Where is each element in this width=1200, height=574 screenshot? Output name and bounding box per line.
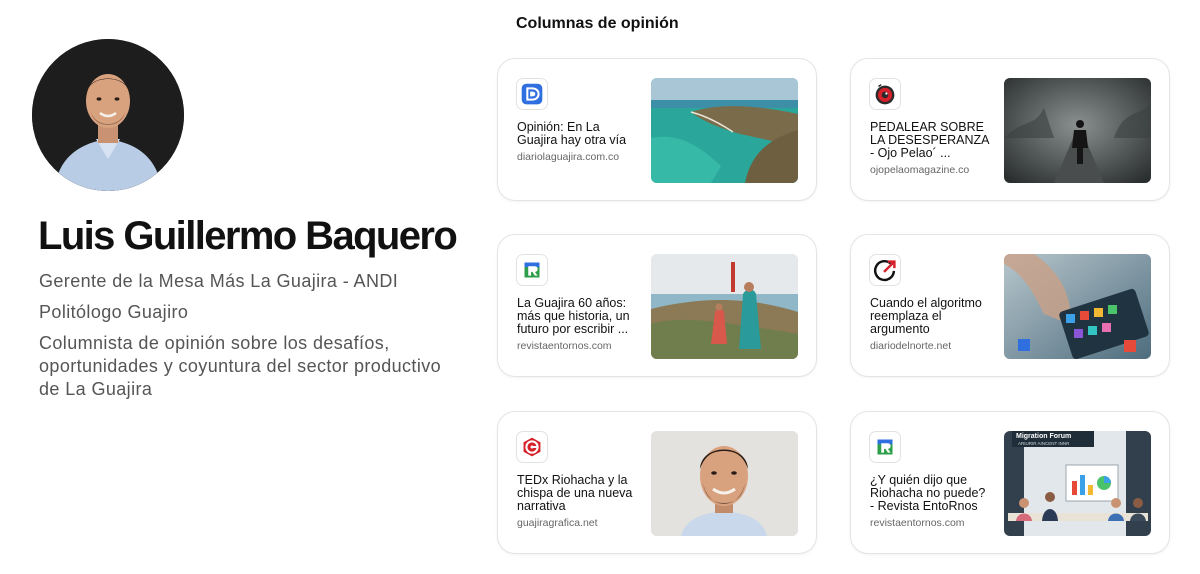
article-card[interactable]: ¿Y quién dijo que Riohacha no puede? - R… (850, 411, 1170, 554)
article-source: diariodelnorte.net (870, 340, 952, 352)
article-title[interactable]: PEDALEAR SOBRE LA DESESPERANZA - Ojo Pel… (870, 121, 990, 160)
image-caption: Migration Forum (1016, 433, 1071, 440)
phone-apps-image[interactable] (1004, 254, 1151, 359)
guajiragrafica-g-icon (516, 431, 548, 463)
cyclist-in-fog-image[interactable] (1004, 78, 1151, 183)
article-card[interactable]: PEDALEAR SOBRE LA DESESPERANZA - Ojo Pel… (850, 58, 1170, 201)
diariodelnorte-arrow-icon (869, 254, 901, 286)
article-card[interactable]: TEDx Riohacha y la chispa de una nueva n… (497, 411, 817, 554)
article-card[interactable]: La Guajira 60 años: más que historia, un… (497, 234, 817, 377)
article-title[interactable]: Opinión: En La Guajira hay otra vía (517, 121, 637, 147)
entornos-r-icon (869, 431, 901, 463)
women-walking-coast-image[interactable] (651, 254, 798, 359)
diariolaguajira-d-icon (516, 78, 548, 110)
article-title[interactable]: TEDx Riohacha y la chispa de una nueva n… (517, 474, 637, 513)
article-title[interactable]: Cuando el algoritmo reemplaza el argumen… (870, 297, 990, 336)
article-title[interactable]: ¿Y quién dijo que Riohacha no puede? - R… (870, 474, 990, 513)
article-card[interactable]: Cuando el algoritmo reemplaza el argumen… (850, 234, 1170, 377)
entornos-r-icon (516, 254, 548, 286)
meeting-forum-image[interactable]: Migration Forum ARIURIR AINCENT INNR (1004, 431, 1151, 536)
article-source: revistaentornos.com (517, 340, 612, 352)
article-source: diariolaguajira.com.co (517, 151, 620, 163)
profile-role: Gerente de la Mesa Más La Guajira - ANDI (39, 271, 399, 291)
eye-lens-icon (869, 78, 901, 110)
article-source: ojopelaomagazine.co (870, 164, 970, 176)
profile-name: Luis Guillermo Baquero (38, 214, 458, 258)
profile-avatar (32, 39, 184, 191)
article-title[interactable]: La Guajira 60 años: más que historia, un… (517, 297, 637, 336)
profile-profession: Politólogo Guajiro (39, 302, 189, 322)
article-card[interactable]: Opinión: En La Guajira hay otra vía diar… (497, 58, 817, 201)
profile-bio: Columnista de opinión sobre los desafíos… (39, 333, 442, 399)
section-title: Columnas de opinión (516, 15, 679, 32)
article-source: revistaentornos.com (870, 517, 965, 529)
coastline-cliffs-image[interactable] (651, 78, 798, 183)
author-portrait-image[interactable] (651, 431, 798, 536)
article-source: guajiragrafica.net (517, 517, 598, 529)
image-subcaption: ARIURIR AINCENT INNR (1018, 441, 1070, 446)
